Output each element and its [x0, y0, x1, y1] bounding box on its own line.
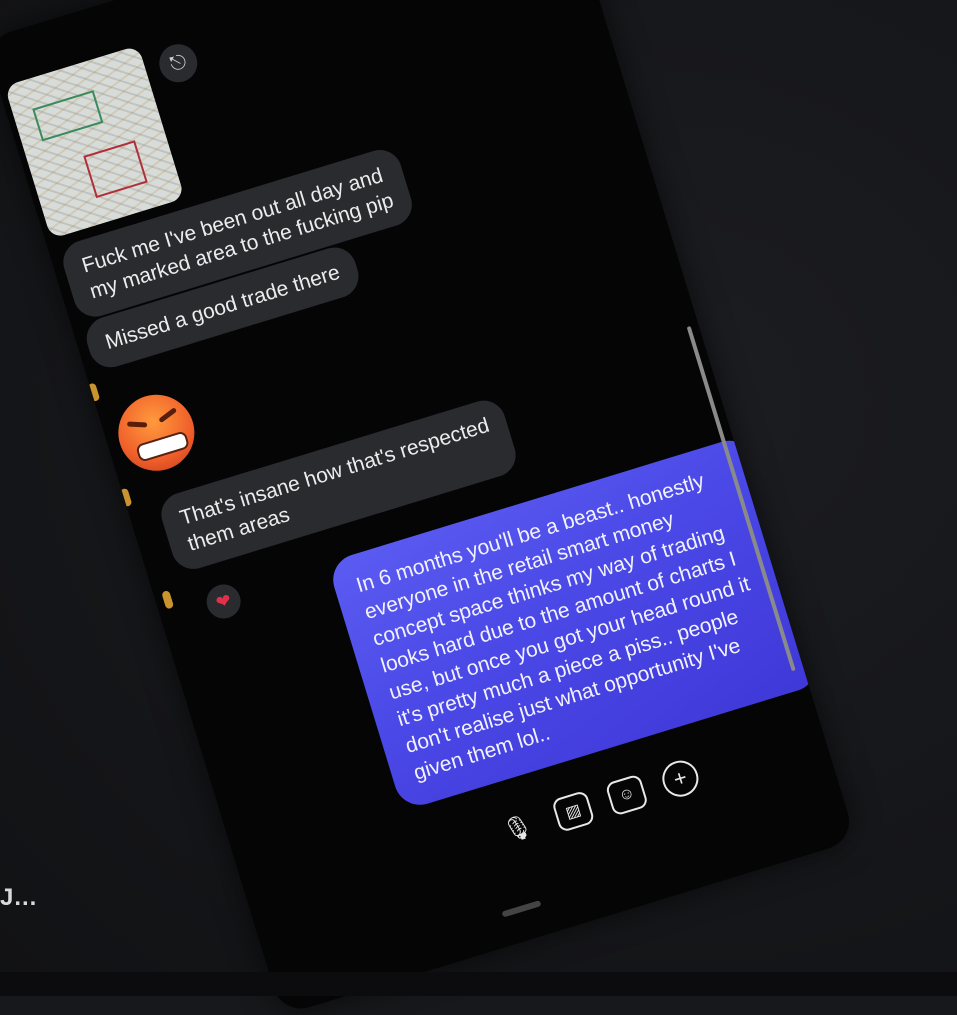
sticker-icon[interactable]: ☺	[604, 773, 650, 817]
add-glyph: +	[670, 764, 691, 793]
add-icon[interactable]: +	[657, 756, 703, 802]
message-text: In 6 months you'll be a beast.. honestly…	[353, 469, 753, 785]
image-glyph: ▨	[563, 801, 584, 823]
image-icon[interactable]: ▨	[551, 789, 596, 833]
bottom-bar	[0, 972, 957, 996]
microphone-icon[interactable]: 🎙	[493, 803, 543, 853]
sticker-glyph: ☺	[616, 784, 637, 806]
share-icon[interactable]: ⎋	[154, 39, 202, 87]
truncated-caption: J...	[0, 884, 38, 911]
home-indicator	[501, 900, 542, 918]
microphone-glyph: 🎙	[499, 811, 537, 846]
angry-face-emoji	[108, 385, 204, 481]
unread-dot	[161, 589, 175, 610]
heart-icon[interactable]: ❤	[202, 580, 245, 623]
heart-glyph: ❤	[213, 589, 234, 613]
